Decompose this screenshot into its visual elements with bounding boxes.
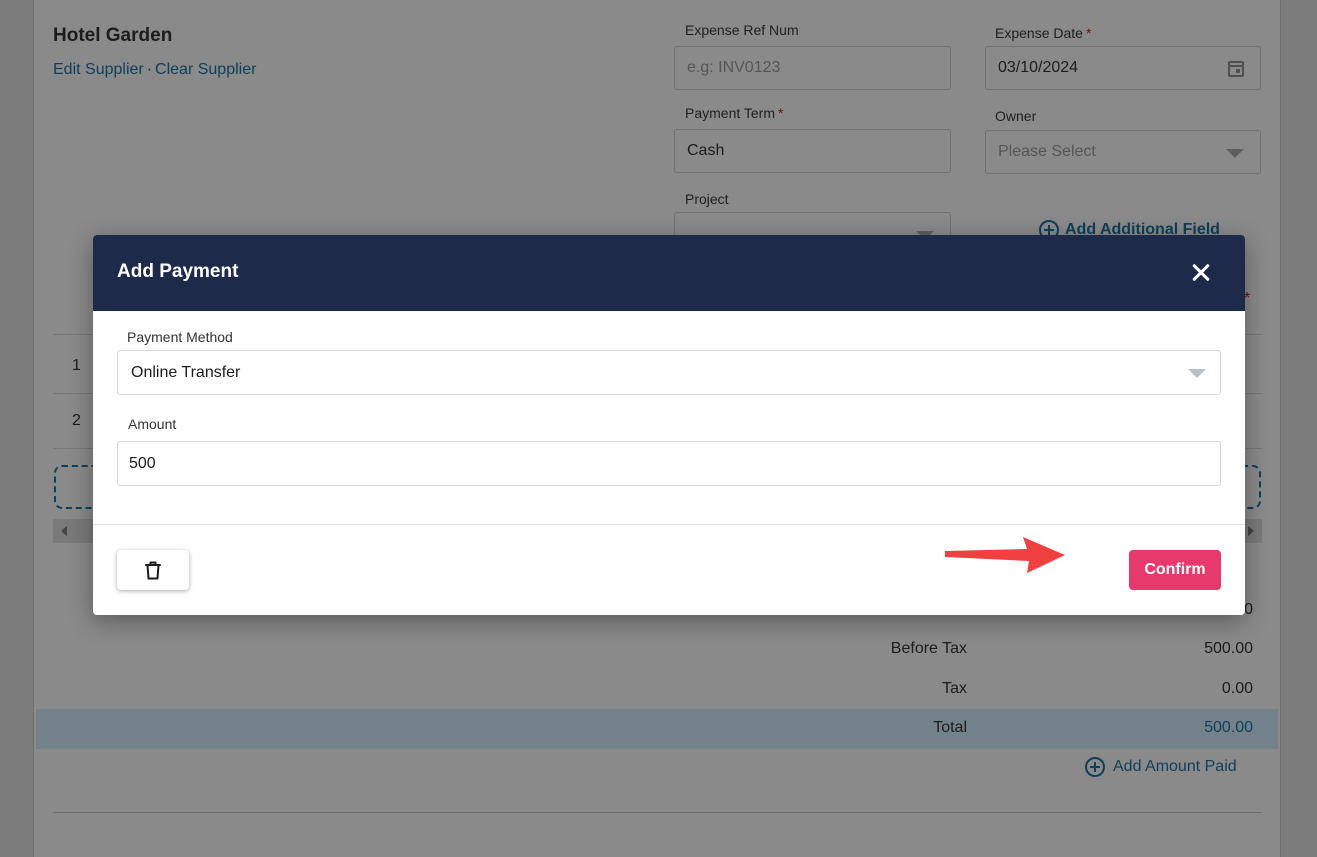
add-amount-paid-button[interactable]: Add Amount Paid — [1085, 757, 1237, 777]
chevron-down-icon — [1188, 369, 1206, 378]
required-mark: * — [778, 105, 784, 121]
delete-payment-button[interactable] — [117, 550, 189, 590]
row-number: 2 — [72, 412, 81, 429]
clear-supplier-link[interactable]: Clear Supplier — [155, 61, 256, 78]
supplier-name: Hotel Garden — [53, 25, 173, 46]
add-amount-paid-label: Add Amount Paid — [1113, 758, 1237, 775]
plus-circle-icon — [1085, 757, 1105, 777]
total-value: 500.00 — [1204, 719, 1253, 736]
owner-select[interactable]: Please Select — [985, 130, 1261, 174]
owner-label-text: Owner — [995, 108, 1037, 124]
required-mark: * — [1085, 25, 1092, 41]
expense-date-label: Expense Date * — [995, 25, 1091, 41]
before-tax-value: 500.00 — [1204, 640, 1253, 657]
owner-label: Owner — [995, 108, 1036, 124]
expense-ref-label-text: Expense Ref Num — [685, 22, 799, 38]
confirm-button[interactable]: Confirm — [1129, 550, 1221, 590]
annotation-arrow-icon — [945, 537, 1065, 573]
project-label: Project — [685, 191, 729, 207]
payment-method-select[interactable]: Online Transfer — [117, 350, 1221, 395]
payment-method-value: Online Transfer — [131, 363, 241, 381]
scroll-right-icon[interactable] — [1248, 526, 1254, 536]
amount-input[interactable]: 500 — [117, 441, 1221, 486]
expense-ref-input[interactable]: e.g: INV0123 — [674, 46, 951, 90]
project-label-text: Project — [685, 191, 729, 207]
before-tax-label: Before Tax — [890, 640, 967, 657]
payment-method-label: Payment Method — [127, 329, 233, 345]
tax-label: Tax — [942, 680, 967, 697]
amount-label: Amount — [128, 416, 177, 432]
modal-footer-divider — [93, 524, 1245, 525]
total-row — [36, 709, 1278, 749]
link-separator: · — [146, 61, 153, 78]
payment-term-label-text: Payment Term — [685, 105, 775, 121]
owner-placeholder: Please Select — [998, 143, 1096, 160]
trash-icon — [145, 561, 161, 580]
edit-supplier-link[interactable]: Edit Supplier — [53, 61, 144, 78]
calendar-icon[interactable] — [1228, 61, 1244, 77]
modal-header: Add Payment — [93, 235, 1245, 311]
row-number: 1 — [72, 357, 81, 374]
expense-ref-label: Expense Ref Num — [685, 22, 799, 38]
amount-value: 500 — [129, 454, 156, 472]
modal-title: Add Payment — [117, 261, 239, 282]
supplier-links: Edit Supplier · Clear Supplier — [53, 61, 256, 79]
payment-term-value: Cash — [687, 142, 725, 159]
payment-term-label: Payment Term * — [685, 105, 783, 121]
expense-date-label-text: Expense Date — [995, 25, 1083, 41]
close-icon[interactable] — [1187, 259, 1215, 287]
payment-term-input[interactable]: Cash — [674, 129, 951, 173]
expense-date-input[interactable]: 03/10/2024 — [985, 46, 1261, 90]
expense-date-value: 03/10/2024 — [998, 59, 1079, 76]
scroll-left-icon[interactable] — [61, 526, 67, 536]
expense-ref-placeholder: e.g: INV0123 — [687, 59, 781, 76]
total-label: Total — [933, 719, 967, 736]
add-payment-modal: Add Payment Payment Method Online Transf… — [93, 235, 1245, 615]
chevron-down-icon — [1226, 149, 1244, 158]
bottom-divider — [53, 812, 1262, 813]
tax-value: 0.00 — [1221, 680, 1253, 697]
